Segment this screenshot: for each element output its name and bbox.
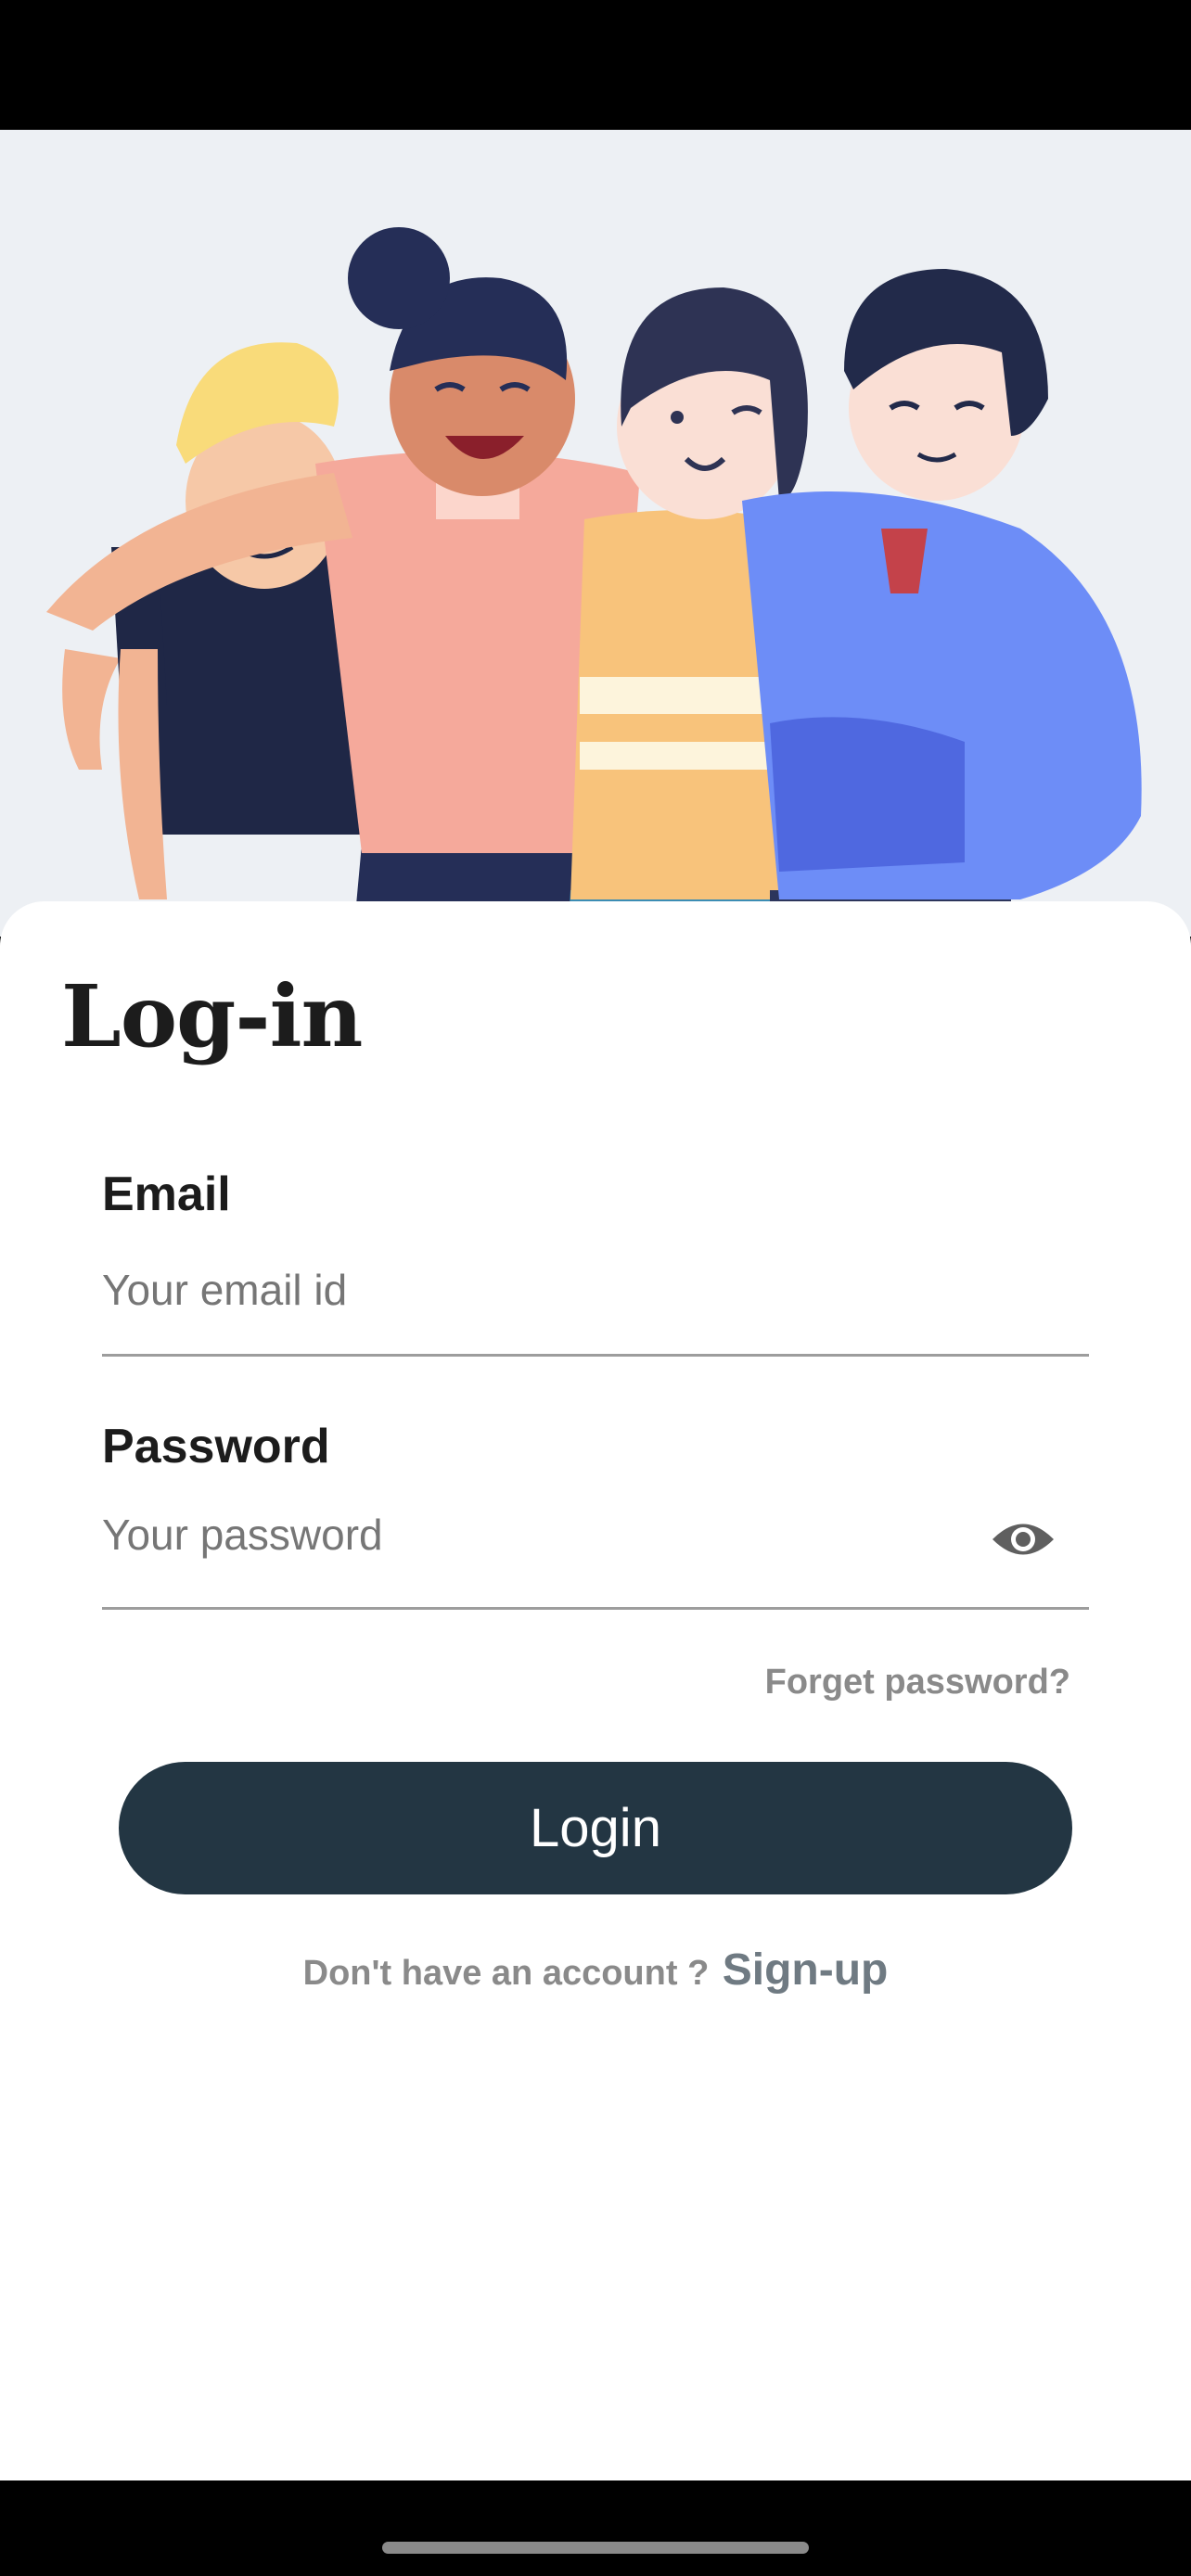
password-underline [102,1607,1089,1610]
email-underline [102,1354,1089,1357]
home-indicator[interactable] [382,2542,809,2554]
page-title: Log-in [61,966,363,1066]
login-button[interactable]: Login [119,1762,1072,1894]
eye-icon[interactable] [991,1516,1056,1562]
forgot-password-link[interactable]: Forget password? [765,1664,1070,1700]
password-field[interactable] [102,1502,955,1567]
signup-link[interactable]: Sign-up [723,1945,889,1995]
email-label: Email [102,1167,231,1221]
bottom-bar [0,2480,1191,2576]
password-label: Password [102,1420,330,1473]
hero-illustration [0,130,1191,937]
status-bar [0,0,1191,130]
email-field[interactable] [102,1257,1030,1322]
login-screen: Log-in Email Password Forget password? L… [0,0,1191,2576]
signup-row: Don't have an account ? Sign-up [0,1943,1191,2009]
signup-prompt: Don't have an account ? [302,1954,710,1993]
